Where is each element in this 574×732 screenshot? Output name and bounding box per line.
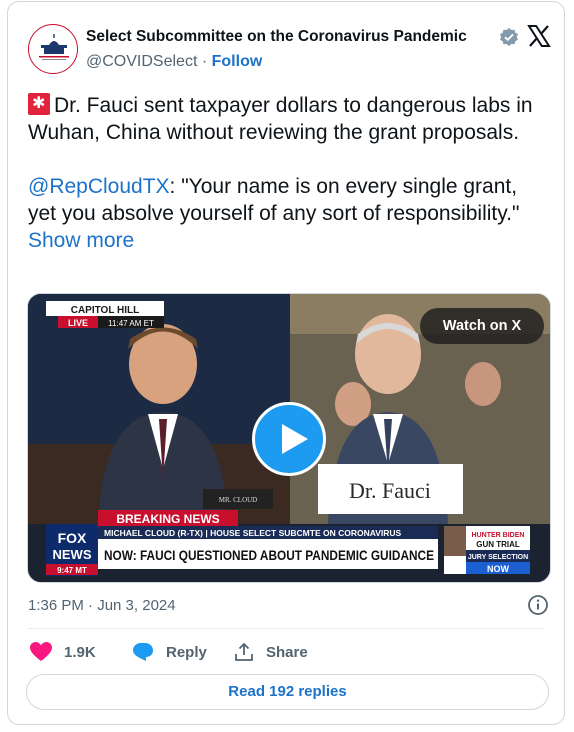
play-icon[interactable]	[252, 402, 326, 476]
verified-badge-icon	[500, 28, 518, 46]
promo-line3: JURY SELECTION	[468, 554, 528, 561]
divider	[28, 628, 544, 629]
network-bottom: NEWS	[53, 547, 92, 562]
like-count: 1.9K	[64, 643, 96, 661]
network-time: 9:47 MT	[57, 566, 87, 575]
follow-button[interactable]: Follow	[212, 53, 263, 70]
handle[interactable]: @COVIDSelect	[86, 53, 197, 70]
lower-third-sub: MICHAEL CLOUD (R-TX) | HOUSE SELECT SUBC…	[104, 528, 402, 538]
video-player[interactable]: MR. CLOUD Dr. Fauci CAPITOL HILL LIVE 11…	[27, 293, 551, 583]
live-tag: LIVE	[68, 318, 88, 328]
live-time: 11:47 AM ET	[108, 319, 154, 328]
network-top: FOX	[58, 530, 87, 546]
promo-line1: HUNTER BIDEN	[472, 532, 525, 539]
headline: NOW: FAUCI QUESTIONED ABOUT PANDEMIC GUI…	[104, 547, 434, 563]
reply-label: Reply	[166, 643, 207, 661]
tweet-text: Dr. Fauci sent taxpayer dollars to dange…	[28, 92, 548, 254]
share-icon	[235, 642, 253, 661]
like-button[interactable]: 1.9K	[30, 639, 96, 665]
share-button[interactable]: Share	[234, 639, 308, 665]
reply-button[interactable]: Reply	[132, 639, 207, 665]
display-name[interactable]: Select Subcommittee on the Coronavirus P…	[86, 28, 467, 46]
handle-separator: ·	[201, 53, 208, 70]
action-bar: 1.9K Reply Share	[28, 639, 548, 665]
mention-link[interactable]: @RepCloudTX	[28, 175, 170, 198]
avatar[interactable]	[28, 24, 78, 74]
share-label: Share	[266, 643, 308, 661]
reply-bubble-icon	[133, 643, 153, 661]
show-more-link[interactable]: Show more	[28, 229, 134, 252]
tweet-header: Select Subcommittee on the Coronavirus P…	[28, 14, 551, 74]
siren-emoji-icon	[28, 93, 50, 115]
tweet-line1: Dr. Fauci sent taxpayer dollars to dange…	[28, 94, 533, 144]
read-replies-button[interactable]: Read 192 replies	[26, 674, 549, 710]
location-tag: CAPITOL HILL	[71, 305, 140, 316]
promo-line4: NOW	[487, 564, 510, 574]
nameplate-left: MR. CLOUD	[219, 496, 258, 504]
breaking-label: BREAKING NEWS	[116, 512, 219, 526]
heart-icon	[30, 642, 52, 661]
watch-on-x-button[interactable]: Watch on X	[420, 308, 544, 344]
nameplate-right: Dr. Fauci	[349, 478, 431, 503]
handle-row: @COVIDSelect · Follow	[86, 53, 262, 71]
tweet-card: Select Subcommittee on the Coronavirus P…	[7, 1, 565, 725]
promo-line2: GUN TRIAL	[476, 540, 520, 549]
tweet-timestamp[interactable]: 1:36 PM · Jun 3, 2024	[28, 597, 176, 614]
capitol-seal-icon	[39, 34, 69, 60]
info-icon[interactable]	[527, 594, 549, 616]
x-logo-icon[interactable]	[527, 24, 551, 48]
